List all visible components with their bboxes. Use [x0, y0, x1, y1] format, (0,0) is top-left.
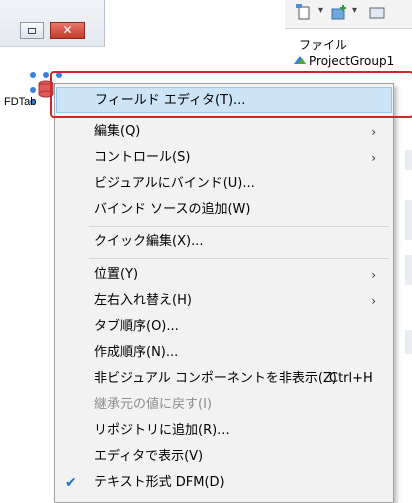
menu-item-add-to-repository[interactable]: リポジトリに追加(R)...	[56, 418, 392, 444]
context-menu: フィールド エディタ(T)... 編集(Q) › コントロール(S) › ビジュ…	[54, 83, 394, 503]
menu-item-hide-nonvisual[interactable]: 非ビジュアル コンポーネントを非表示(Z) Ctrl+H	[56, 366, 392, 392]
dropdown-arrow-icon[interactable]: ▾	[318, 5, 323, 16]
menu-item-control[interactable]: コントロール(S) ›	[56, 145, 392, 171]
menu-item-label: バインド ソースの追加(W)	[94, 202, 251, 217]
add-project-icon[interactable]	[329, 3, 349, 23]
menu-item-label: 非ビジュアル コンポーネントを非表示(Z)	[94, 371, 337, 386]
checkmark-icon: ✔	[65, 475, 77, 491]
menu-item-flip[interactable]: 左右入れ替え(H) ›	[56, 288, 392, 314]
submenu-arrow-icon: ›	[371, 268, 376, 282]
menu-item-label: 継承元の値に戻す(I)	[94, 397, 212, 412]
submenu-arrow-icon: ›	[371, 294, 376, 308]
menu-item-label: クイック編集(X)...	[94, 234, 204, 249]
tree-row-strip	[405, 255, 412, 285]
menu-item-label: コントロール(S)	[94, 150, 191, 165]
tree-row-strip	[405, 330, 412, 354]
menu-item-label: リポジトリに追加(R)...	[94, 423, 230, 438]
project-tree-header: ファイル	[299, 38, 348, 52]
menu-item-add-bind-source[interactable]: バインド ソースの追加(W)	[56, 197, 392, 223]
menu-item-label: ビジュアルにバインド(U)...	[94, 176, 255, 191]
designer-titlebar: ✕	[0, 0, 105, 47]
menu-item-quick-edit[interactable]: クイック編集(X)...	[56, 229, 392, 255]
menu-item-edit[interactable]: 編集(Q) ›	[56, 119, 392, 145]
view-icon[interactable]	[367, 3, 387, 23]
project-toolbar: ▾ ▾	[285, 0, 412, 29]
project-group-icon	[294, 56, 306, 64]
project-group-label: ProjectGroup1	[309, 54, 395, 68]
tree-row-strip	[405, 200, 412, 240]
menu-item-bind-visually[interactable]: ビジュアルにバインド(U)...	[56, 171, 392, 197]
menu-separator	[89, 258, 389, 259]
menu-item-label: エディタで表示(V)	[94, 449, 204, 464]
restore-button[interactable]	[20, 22, 44, 39]
submenu-arrow-icon: ›	[371, 151, 376, 165]
menu-item-label: テキスト形式 DFM(D)	[94, 475, 225, 490]
menu-item-label: 編集(Q)	[94, 124, 141, 139]
submenu-arrow-icon: ›	[371, 125, 376, 139]
menu-item-label: 位置(Y)	[94, 267, 139, 282]
dropdown-arrow-icon[interactable]: ▾	[352, 5, 357, 16]
menu-item-label: タブ順序(O)...	[94, 319, 179, 334]
close-button[interactable]: ✕	[50, 22, 85, 39]
menu-item-text-dfm[interactable]: ✔ テキスト形式 DFM(D)	[56, 470, 392, 496]
menu-item-label: 作成順序(N)...	[94, 345, 179, 360]
close-icon: ✕	[62, 23, 73, 37]
menu-separator	[89, 226, 389, 227]
annotation-highlight-frame	[50, 71, 412, 118]
menu-item-creation-order[interactable]: 作成順序(N)...	[56, 340, 392, 366]
menu-item-shortcut: Ctrl+H	[329, 371, 373, 386]
project-group-node[interactable]: ProjectGroup1	[293, 54, 394, 68]
component-label: FDTab	[4, 96, 37, 108]
tree-row-strip	[405, 150, 412, 170]
menu-item-position[interactable]: 位置(Y) ›	[56, 262, 392, 288]
menu-item-revert-inherited: 継承元の値に戻す(I)	[56, 392, 392, 418]
menu-item-label: 左右入れ替え(H)	[94, 293, 192, 308]
menu-item-tab-order[interactable]: タブ順序(O)...	[56, 314, 392, 340]
menu-item-view-in-editor[interactable]: エディタで表示(V)	[56, 444, 392, 470]
new-project-icon[interactable]	[295, 3, 315, 23]
